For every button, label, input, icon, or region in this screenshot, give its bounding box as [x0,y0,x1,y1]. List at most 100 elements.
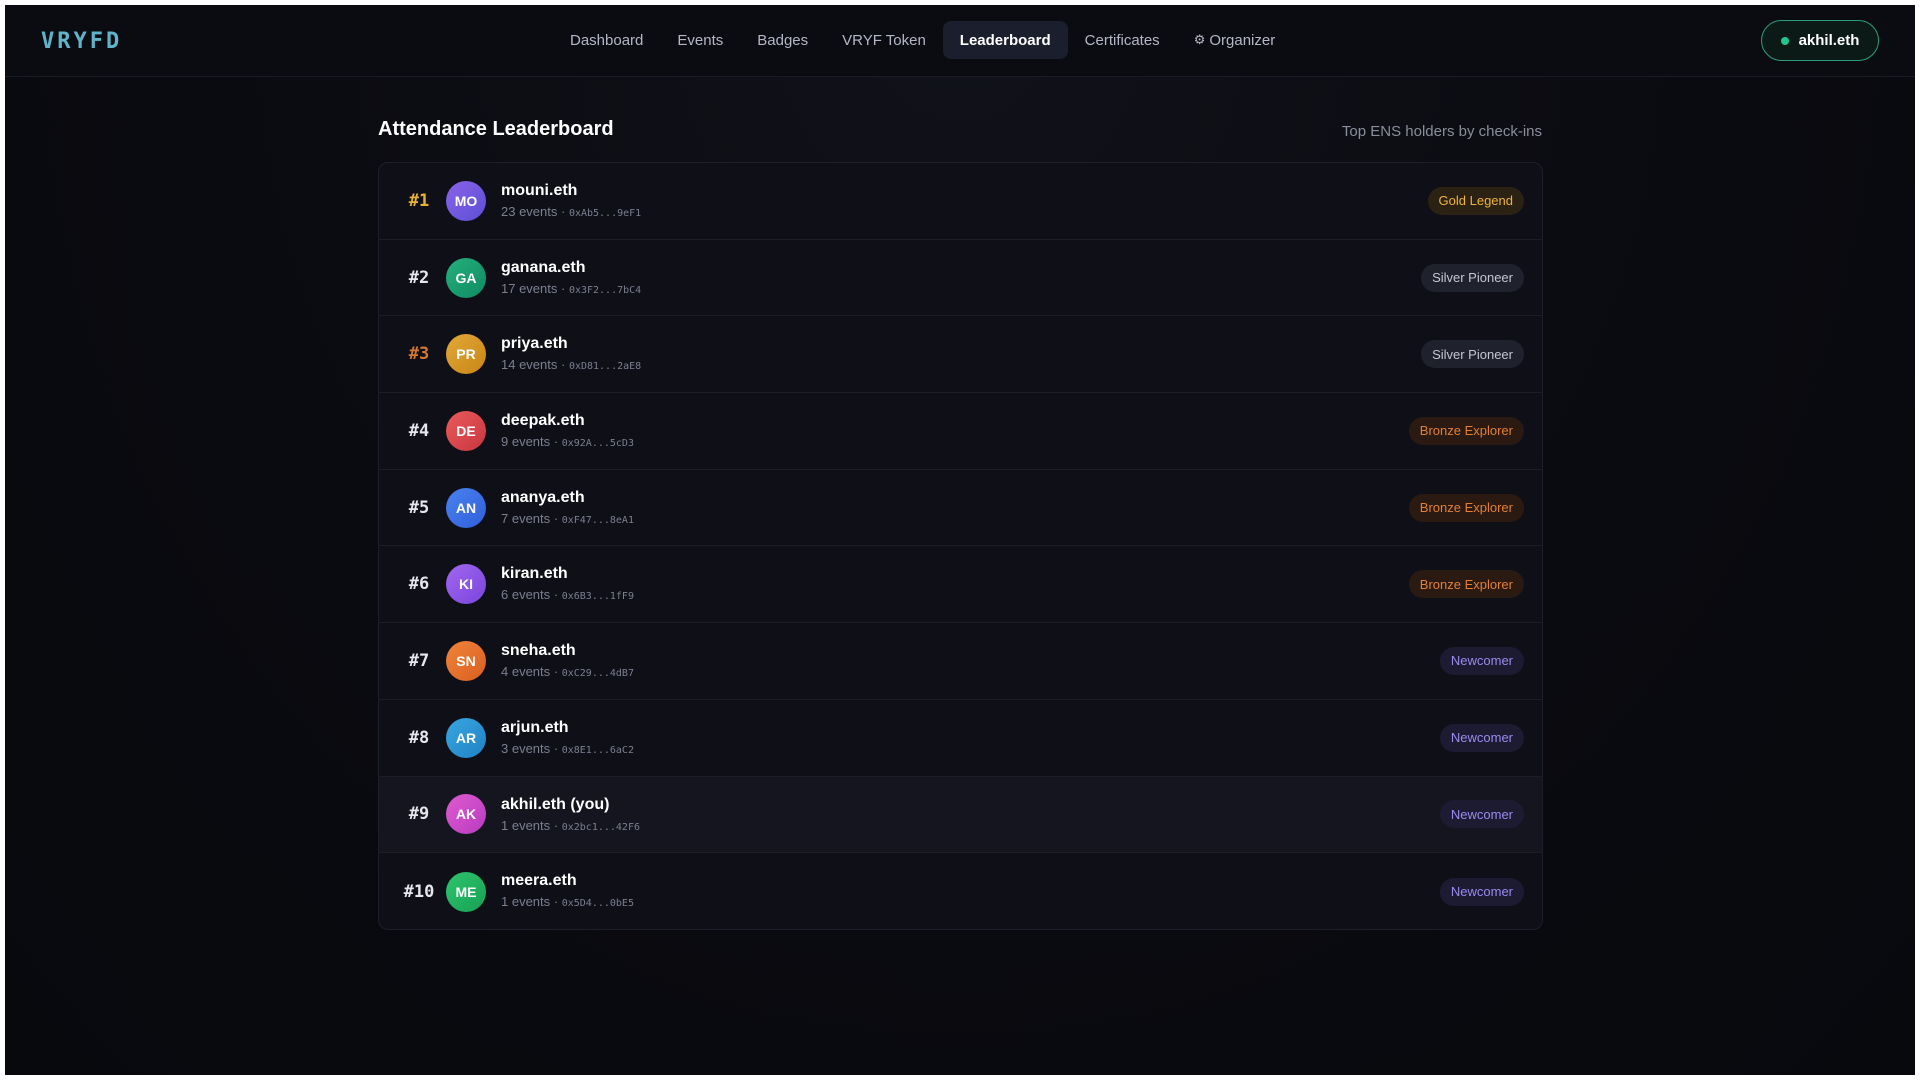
user-meta: 1 events · 0x2bc1...42F6 [501,818,640,833]
nav-link-events[interactable]: Events [660,21,740,59]
nav-link-label: Dashboard [570,31,644,49]
avatar: PR [446,334,486,375]
wallet-address: 0x5D4...0bE5 [561,898,634,910]
tier-badge: Silver Pioneer [1421,340,1524,369]
top-navbar: VRYFD Dashboard Events Badges VRYF Token Lea… [5,5,1915,77]
ens-name[interactable]: ganana.eth [501,259,641,277]
leaderboard-row[interactable]: #6 KI kiran.eth 6 events · 0x6B3...1fF9 Bron… [379,546,1542,624]
wallet-address: 0xC29...4dB7 [561,668,634,680]
ens-name[interactable]: meera.eth [501,872,634,890]
avatar: MO [446,180,486,221]
leaderboard-row[interactable]: #2 GA ganana.eth 17 events · 0x3F2...7bC4 Si… [379,240,1542,317]
user-meta: 17 events · 0x3F2...7bC4 [501,281,641,296]
rank-number: #6 [408,574,430,595]
ens-name[interactable]: deepak.eth [501,412,634,430]
nav-link-label: Leaderboard [959,31,1051,49]
connected-status-dot [1780,36,1789,45]
leaderboard-row[interactable]: #5 AN ananya.eth 7 events · 0xF47...8eA1 Bro… [379,470,1542,547]
avatar: ME [446,871,486,912]
event-count: 1 events [501,894,551,910]
user-info: ganana.eth 17 events · 0x3F2...7bC4 [501,259,641,296]
nav-link-label: Badges [757,31,809,49]
nav-link-label: Events [677,31,724,49]
wallet-address: 0xF47...8eA1 [561,514,634,526]
nav-link-vryf-token[interactable]: VRYF Token [825,21,943,59]
avatar: AN [446,487,486,528]
ens-name[interactable]: ananya.eth [501,489,634,507]
rank-number: #8 [408,727,430,748]
meta-separator: · [550,740,562,756]
wallet-label: akhil.eth [1798,32,1860,49]
rank-number: #3 [408,344,430,365]
event-count: 7 events [501,510,551,526]
nav-link-leaderboard[interactable]: Leaderboard [942,21,1068,59]
page-subtitle: Top ENS holders by check-ins [1341,123,1542,140]
nav-link-label: Organizer [1209,31,1276,49]
user-info: ananya.eth 7 events · 0xF47...8eA1 [501,489,634,526]
event-count: 23 events [501,204,558,219]
leaderboard-row[interactable]: #1 MO mouni.eth 23 events · 0xAb5...9eF1 Gol… [379,163,1542,240]
ens-name[interactable]: priya.eth [501,335,641,353]
ens-name[interactable]: kiran.eth [501,565,634,583]
avatar: AK [446,794,486,835]
meta-separator: · [557,357,569,373]
user-info: kiran.eth 6 events · 0x6B3...1fF9 [501,565,634,602]
user-meta: 23 events · 0xAb5...9eF1 [501,204,641,219]
user-info: arjun.eth 3 events · 0x8E1...6aC2 [501,719,634,756]
avatar: KI [446,564,486,605]
meta-separator: · [550,434,562,450]
tier-badge: Gold Legend [1427,186,1524,215]
event-count: 4 events [501,664,551,680]
wallet-address: 0x92A...5cD3 [561,438,634,450]
tier-badge: Bronze Explorer [1408,570,1524,599]
nav-link-badges[interactable]: Badges [740,21,825,59]
avatar: GA [446,257,486,298]
app-window: VRYFD Dashboard Events Badges VRYF Token Lea… [5,5,1915,1075]
nav-links: Dashboard Events Badges VRYF Token Leaderboa… [553,21,1292,59]
leaderboard-row[interactable]: #3 PR priya.eth 14 events · 0xD81...2aE8 Sil… [379,316,1542,394]
wallet-address: 0x3F2...7bC4 [568,284,642,296]
tier-badge: Newcomer [1439,723,1524,752]
event-count: 3 events [501,740,551,756]
meta-separator: · [550,587,562,603]
leaderboard-row[interactable]: #4 DE deepak.eth 9 events · 0x92A...5cD3 Bro… [379,393,1542,470]
user-meta: 1 events · 0x5D4...0bE5 [501,894,634,909]
ens-name[interactable]: akhil.eth (you) [501,796,640,814]
user-info: akhil.eth (you) 1 events · 0x2bc1...42F6 [501,796,640,833]
user-info: mouni.eth 23 events · 0xAb5...9eF1 [501,182,641,219]
event-count: 6 events [501,587,551,603]
meta-separator: · [550,817,562,833]
rank-number: #4 [408,420,430,441]
tier-badge: Bronze Explorer [1408,493,1524,522]
event-count: 9 events [501,434,551,450]
ens-name[interactable]: mouni.eth [501,182,641,200]
ens-name[interactable]: arjun.eth [501,719,634,737]
wallet-address: 0x2bc1...42F6 [561,821,640,833]
leaderboard-row[interactable]: #8 AR arjun.eth 3 events · 0x8E1...6aC2 Newc… [379,700,1542,777]
meta-separator: · [550,664,562,680]
user-info: meera.eth 1 events · 0x5D4...0bE5 [501,872,634,909]
nav-link-organizer[interactable]: ⚙ Organizer [1177,21,1293,59]
leaderboard-row[interactable]: #7 SN sneha.eth 4 events · 0xC29...4dB7 Newc… [379,623,1542,700]
ens-name[interactable]: sneha.eth [501,642,634,660]
wallet-address: 0xAb5...9eF1 [568,208,642,219]
wallet-button[interactable]: akhil.eth [1761,20,1879,61]
nav-link-dashboard[interactable]: Dashboard [553,21,660,59]
meta-separator: · [550,894,562,910]
leaderboard-row[interactable]: #10 ME meera.eth 1 events · 0x5D4...0bE5 New… [379,853,1542,929]
nav-link-label: Certificates [1084,31,1160,49]
user-info: deepak.eth 9 events · 0x92A...5cD3 [501,412,634,449]
user-meta: 3 events · 0x8E1...6aC2 [501,741,634,756]
meta-separator: · [557,280,569,296]
tier-badge: Newcomer [1439,646,1524,675]
app-logo[interactable]: VRYFD [41,29,122,54]
nav-link-certificates[interactable]: Certificates [1068,21,1177,59]
user-meta: 7 events · 0xF47...8eA1 [501,511,634,526]
leaderboard-row[interactable]: #9 AK akhil.eth (you) 1 events · 0x2bc1...4… [379,776,1542,854]
user-meta: 9 events · 0x92A...5cD3 [501,434,634,449]
event-count: 17 events [501,280,558,296]
user-meta: 14 events · 0xD81...2aE8 [501,357,641,372]
tier-badge: Silver Pioneer [1421,263,1524,292]
tier-badge: Newcomer [1439,877,1524,906]
rank-number: #7 [408,650,430,671]
